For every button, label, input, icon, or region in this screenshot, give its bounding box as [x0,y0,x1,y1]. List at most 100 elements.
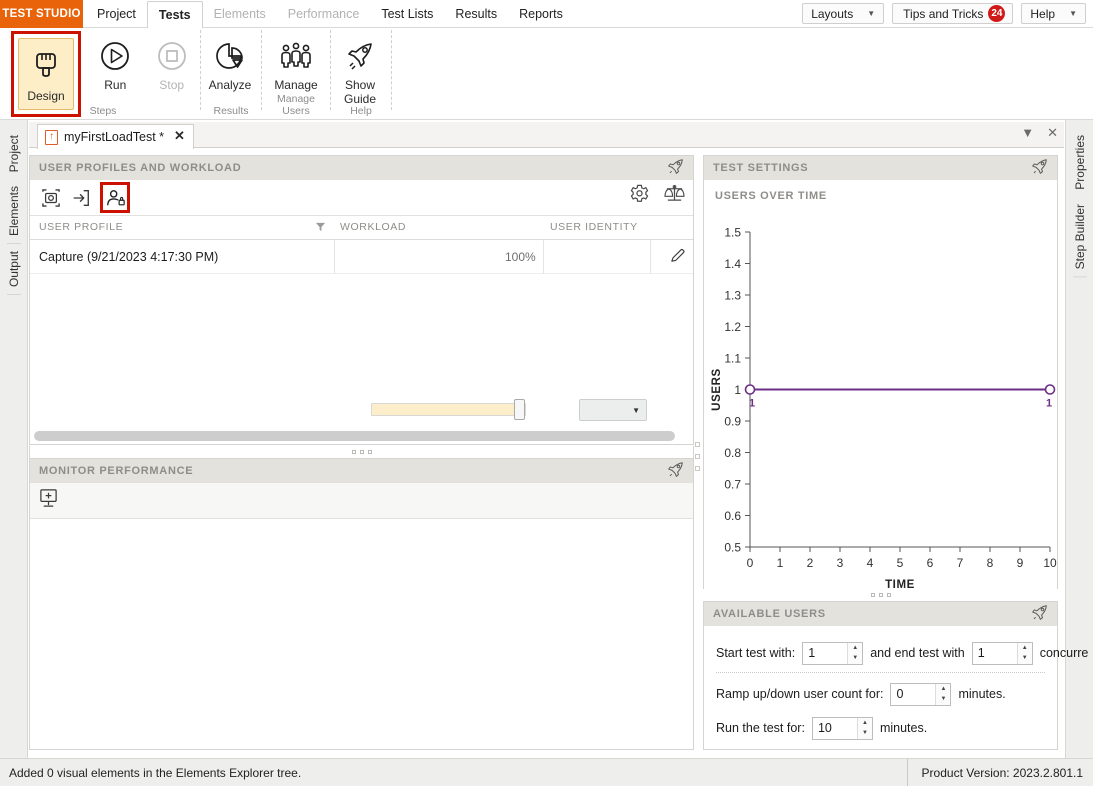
run-button-label: Run [104,78,127,92]
panel-splitter-horizontal[interactable] [29,446,694,458]
stepper-down-icon[interactable]: ▼ [936,694,950,705]
stepper-down-icon[interactable]: ▼ [1018,653,1032,664]
close-document-icon[interactable]: ✕ [1047,126,1058,140]
start-users-stepper[interactable]: ▲▼ [802,641,864,665]
column-header-workload[interactable]: WORKLOAD [340,221,406,233]
concurrent-users-label: concurre [1039,646,1089,660]
document-tab-label: myFirstLoadTest * [64,130,165,144]
menu-item-project[interactable]: Project [86,0,147,28]
rocket-icon[interactable] [666,461,685,481]
stepper-down-icon[interactable]: ▼ [858,728,872,739]
svg-text:USERS: USERS [711,368,723,411]
balance-scale-icon[interactable] [664,184,685,208]
import-profile-icon[interactable] [66,184,96,212]
rocket-icon[interactable] [1030,158,1049,178]
sidebar-item-elements[interactable]: Elements [6,179,21,245]
help-button[interactable]: Help ▼ [1021,3,1086,24]
svg-text:1.5: 1.5 [724,226,741,240]
main-menu: Project Tests Elements Performance Test … [86,0,574,29]
svg-text:3: 3 [837,556,844,570]
window-top-right-controls: Layouts ▼ Tips and Tricks 24 Help ▼ [802,3,1086,24]
menu-item-tests[interactable]: Tests [146,1,203,29]
manage-button-label: Manage [274,78,318,92]
stepper-arrows[interactable]: ▲ ▼ [856,717,872,739]
ramp-row: Ramp up/down user count for: ▲▼ minutes. [716,677,1045,711]
ribbon-group-manage-users: Manage Manage Users [262,28,330,120]
run-button[interactable]: Run [87,28,144,102]
capture-profile-icon[interactable] [36,184,66,212]
monitor-performance-panel: MONITOR PERFORMANCE [29,458,694,750]
stepper-arrows[interactable]: ▲ ▼ [847,642,863,664]
document-tab-myfirstloadtest[interactable]: myFirstLoadTest * ✕ [37,124,194,149]
end-test-with-label: and end test with [870,646,965,660]
analyze-button-label: Analyze [208,78,252,92]
chevron-down-icon: ▼ [632,405,640,415]
end-users-input[interactable] [972,642,1017,664]
filter-icon[interactable] [315,221,326,235]
run-minutes-input[interactable] [812,717,857,739]
available-users-body: Start test with: ▲▼ and end test with ▲▼… [704,626,1088,745]
layouts-button[interactable]: Layouts ▼ [802,3,885,24]
paint-brush-icon [31,47,61,87]
svg-text:6: 6 [927,556,934,570]
manage-button[interactable]: Manage [267,28,325,102]
user-identity-dropdown[interactable]: ▼ [579,399,647,421]
stepper-down-icon[interactable]: ▼ [848,653,862,664]
tips-label: Tips and Tricks [903,6,984,21]
stepper-up-icon[interactable]: ▲ [1018,643,1032,654]
ribbon-group-label-manage-users: Manage Users [277,93,315,117]
end-users-stepper[interactable]: ▲▼ [971,641,1033,665]
column-header-user-identity[interactable]: USER IDENTITY [550,221,638,233]
workload-slider-thumb[interactable] [514,399,525,420]
stepper-up-icon[interactable]: ▲ [848,643,862,654]
gear-icon[interactable] [630,184,649,208]
start-users-input[interactable] [803,642,848,664]
stepper-up-icon[interactable]: ▲ [858,718,872,729]
workload-slider-track[interactable] [371,403,526,416]
profiles-horizontal-scrollbar[interactable] [31,429,692,443]
sidebar-item-output[interactable]: Output [6,244,21,296]
menu-item-reports[interactable]: Reports [508,0,574,28]
menu-item-test-lists[interactable]: Test Lists [370,0,444,28]
monitor-add-icon[interactable] [38,488,59,513]
analyze-button[interactable]: Analyze [201,28,259,102]
ramp-unit-label: minutes. [958,687,1006,701]
stop-button[interactable]: Stop [144,28,201,102]
menu-item-performance[interactable]: Performance [277,0,371,28]
left-dock-tabs: Project Elements Output [0,120,28,758]
svg-text:1.3: 1.3 [724,289,741,303]
panel-splitter-right[interactable] [703,589,1058,600]
rocket-icon[interactable] [1030,604,1049,624]
sidebar-item-properties[interactable]: Properties [1073,128,1087,197]
design-button[interactable]: Design [18,38,74,110]
user-identity-icon[interactable] [100,182,130,213]
stepper-up-icon[interactable]: ▲ [936,684,950,695]
right-dock-tabs: Properties Step Builder [1065,120,1093,758]
column-header-user-profile[interactable]: USER PROFILE [39,221,123,233]
stepper-arrows[interactable]: ▲ ▼ [1016,642,1032,664]
status-message: Added 0 visual elements in the Elements … [9,765,302,780]
ramp-label: Ramp up/down user count for: [716,687,884,701]
pencil-icon[interactable] [669,247,686,267]
menu-item-results[interactable]: Results [444,0,508,28]
svg-text:1: 1 [749,398,755,410]
design-button-label: Design [27,89,65,103]
scrollbar-thumb[interactable] [34,431,675,441]
tips-and-tricks-button[interactable]: Tips and Tricks 24 [892,3,1014,24]
run-minutes-stepper[interactable]: ▲▼ [811,716,873,740]
svg-text:1.1: 1.1 [724,352,741,366]
start-end-users-row: Start test with: ▲▼ and end test with ▲▼… [716,636,1088,670]
tab-list-dropdown-icon[interactable]: ▼ [1021,126,1034,140]
close-icon[interactable]: ✕ [170,128,187,146]
left-area-vertical-scroll[interactable] [694,155,703,750]
stepper-arrows[interactable]: ▲ ▼ [935,683,951,705]
ramp-minutes-stepper[interactable]: ▲▼ [890,682,952,706]
run-unit-label: minutes. [879,721,928,735]
sidebar-item-step-builder[interactable]: Step Builder [1072,196,1087,278]
sidebar-item-project[interactable]: Project [7,128,21,179]
show-guide-button[interactable]: Show Guide [331,28,389,106]
menu-item-elements[interactable]: Elements [203,0,277,28]
ramp-minutes-input[interactable] [891,683,936,705]
rocket-icon[interactable] [666,158,685,178]
table-row[interactable]: Capture (9/21/2023 4:17:30 PM) 100% [30,240,730,274]
